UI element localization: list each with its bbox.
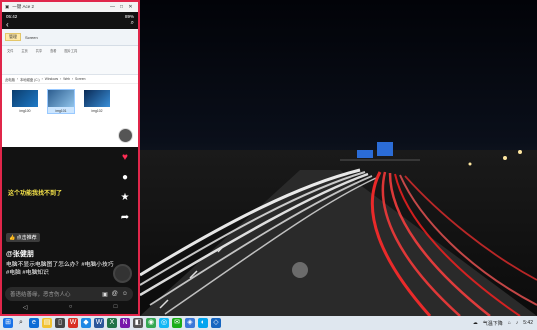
taskbar: ⊞ ⌕ e ▤ ▯ W ◆ W X N ◧ ◉ ◎ ✉ ◈ ◐ ◇ ☁ 气温下降…: [0, 316, 537, 330]
search-icon[interactable]: ⌕: [131, 20, 134, 27]
maximize-button[interactable]: □: [117, 4, 126, 10]
file-thumbnail: [48, 90, 74, 107]
folder-icon[interactable]: ▤: [42, 318, 52, 328]
side-action-bar: ♥ ● ★ ➦: [117, 128, 133, 223]
search-taskbar-icon[interactable]: ⌕: [16, 318, 26, 328]
music-record-icon[interactable]: [113, 264, 132, 283]
ribbon-tab-file: 文件: [7, 49, 14, 53]
window-title: 一键 Ace 2: [12, 4, 35, 9]
window-titlebar[interactable]: ▣ 一键 Ace 2 — □ ✕: [2, 2, 138, 12]
breadcrumb-4: Web: [63, 77, 70, 81]
breadcrumb-1: 此电脑: [5, 77, 15, 82]
address-bar: 此电脑 › 本地磁盘 (C:) › Windows › Web › Screen: [2, 75, 138, 84]
phone-nav-bar: ◁ ○ □: [2, 302, 138, 312]
breadcrumb-5: Screen: [75, 77, 86, 81]
back-icon[interactable]: ‹: [6, 20, 9, 29]
edge-icon[interactable]: e: [29, 318, 39, 328]
image-icon[interactable]: ▣: [102, 291, 108, 298]
video-caption: 这个功能我找不到了: [8, 191, 63, 197]
system-tray: ☁ 气温下降 ⌂ ♪ 5:42: [473, 316, 533, 330]
minimize-button[interactable]: —: [108, 4, 117, 10]
at-icon[interactable]: @: [112, 291, 118, 297]
weather-label[interactable]: 气温下降: [483, 320, 503, 327]
file-name: img102: [91, 109, 103, 113]
share-icon[interactable]: ➦: [121, 213, 129, 223]
status-battery: 89%: [124, 13, 134, 19]
wechat-icon[interactable]: ✉: [172, 318, 182, 328]
comment-placeholder: 善语结善缘，恶言伤人心: [10, 292, 71, 298]
network-icon[interactable]: ⌂: [508, 320, 511, 326]
file-thumbnail: [12, 90, 38, 107]
file-thumbnail: [84, 90, 110, 107]
app-icon-cyan[interactable]: ◐: [198, 318, 208, 328]
file-item-selected: img101: [47, 89, 75, 114]
start-icon[interactable]: ⊞: [3, 318, 13, 328]
wps-icon[interactable]: W: [68, 318, 78, 328]
file-item: img102: [84, 90, 110, 113]
word-icon[interactable]: W: [94, 318, 104, 328]
author-avatar[interactable]: [117, 128, 133, 143]
ribbon-tab-home: 主页: [21, 49, 28, 53]
recommend-button[interactable]: 👍 点击推荐: [6, 233, 40, 242]
onenote-icon[interactable]: N: [120, 318, 130, 328]
location-title: Screen: [25, 34, 38, 40]
favorite-icon[interactable]: ★: [121, 193, 130, 203]
qq-icon[interactable]: ◎: [159, 318, 169, 328]
file-name: img100: [19, 109, 31, 113]
ribbon-tab-share: 共享: [35, 49, 43, 53]
video-description[interactable]: 电脑不显示电脑图了怎么办？#电脑小技巧 #电脑 #电脑知识: [6, 261, 114, 277]
ribbon-tab-view: 查看: [50, 49, 57, 53]
ribbon-tab-picture-tools: 图片工具: [64, 49, 78, 53]
phone-screen[interactable]: ‹ ⌕ 管理 Screen 文件 主页 共享 查看 图片工具 此电脑 › 本地磁盘…: [2, 20, 138, 314]
recommend-label: 点击推荐: [16, 235, 37, 241]
breadcrumb-3: Windows: [44, 77, 59, 81]
status-time: 05:42: [6, 13, 18, 19]
volume-icon[interactable]: ♪: [516, 320, 519, 326]
phone-mirror-window[interactable]: ▣ 一键 Ace 2 — □ ✕ 05:42 89% ‹ ⌕ 管理 Screen…: [0, 0, 140, 316]
phone-app-icon[interactable]: ▯: [55, 318, 65, 328]
app-icon-blue[interactable]: ◆: [81, 318, 91, 328]
thumbs-up-icon: 👍: [9, 235, 16, 241]
nav-recents-icon[interactable]: □: [114, 304, 118, 310]
excel-icon[interactable]: X: [107, 318, 117, 328]
close-button[interactable]: ✕: [126, 4, 135, 10]
emoji-icon[interactable]: ☺: [122, 291, 128, 297]
file-name: img101: [55, 109, 67, 113]
explorer-ribbon: 文件 主页 共享 查看 图片工具: [2, 46, 138, 75]
app-icon-dark-blue[interactable]: ◇: [211, 318, 221, 328]
nav-back-icon[interactable]: ◁: [23, 304, 28, 311]
app-icon-blue-2[interactable]: ◈: [185, 318, 195, 328]
manage-tab: 管理: [5, 33, 21, 41]
comment-icon[interactable]: ●: [122, 173, 128, 183]
clock[interactable]: 5:42: [523, 320, 533, 326]
author-name[interactable]: @张健朋: [6, 249, 34, 259]
explorer-header: 管理 Screen: [2, 29, 138, 46]
app-icon: ▣: [5, 4, 10, 9]
file-list: img100 img101 img102: [2, 84, 138, 119]
file-item: img100: [12, 90, 38, 113]
nav-home-icon[interactable]: ○: [69, 304, 73, 310]
like-icon[interactable]: ♥: [122, 153, 128, 163]
app-icon-gray[interactable]: ◧: [133, 318, 143, 328]
comment-input[interactable]: 善语结善缘，恶言伤人心 ▣ @ ☺: [5, 287, 133, 301]
phone-status-bar: 05:42 89%: [2, 12, 138, 20]
weather-icon[interactable]: ☁: [473, 320, 478, 326]
chrome-icon[interactable]: ◉: [146, 318, 156, 328]
breadcrumb-2: 本地磁盘 (C:): [20, 77, 40, 82]
